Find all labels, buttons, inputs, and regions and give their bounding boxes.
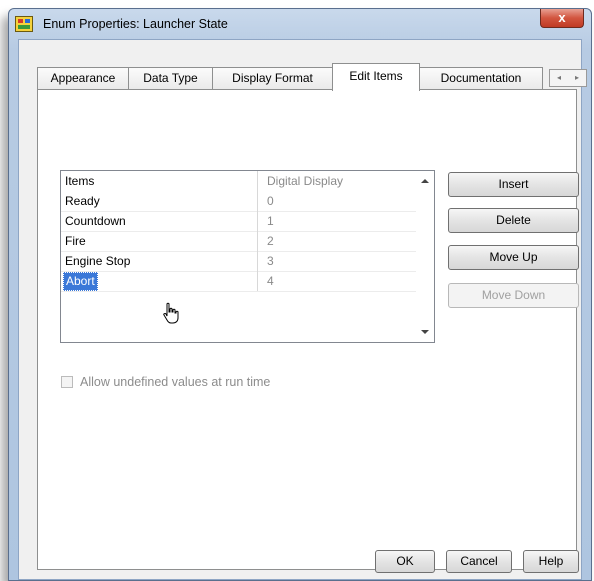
- table-row[interactable]: Fire 2: [61, 231, 416, 252]
- insert-button[interactable]: Insert: [448, 172, 579, 197]
- digital-display-cell: 2: [267, 234, 274, 248]
- tab-edit-items[interactable]: Edit Items: [332, 63, 420, 91]
- help-button[interactable]: Help: [523, 550, 579, 573]
- tab-scroll-buttons: ◂ ▸: [549, 69, 587, 87]
- labview-vi-icon: [15, 16, 33, 32]
- window-title: Enum Properties: Launcher State: [43, 17, 228, 31]
- dialog-window: Enum Properties: Launcher State x Appear…: [8, 8, 592, 581]
- scroll-left-icon[interactable]: ◂: [550, 70, 568, 86]
- tab-data-type[interactable]: Data Type: [128, 67, 213, 90]
- item-name-cell[interactable]: Countdown: [61, 211, 258, 231]
- table-row[interactable]: Countdown 1: [61, 211, 416, 232]
- digital-display-column-header[interactable]: Digital Display: [259, 171, 416, 191]
- item-name-cell[interactable]: Abort: [61, 271, 258, 291]
- items-column-header[interactable]: Items: [61, 171, 258, 191]
- title-bar[interactable]: Enum Properties: Launcher State x: [9, 9, 591, 39]
- cancel-button[interactable]: Cancel: [446, 550, 512, 573]
- selected-item-editor[interactable]: Abort: [63, 272, 98, 291]
- dialog-client-area: Appearance Data Type Display Format Edit…: [18, 39, 587, 580]
- scroll-up-icon[interactable]: [421, 179, 429, 183]
- close-icon: x: [558, 10, 566, 25]
- digital-display-cell: 1: [267, 214, 274, 228]
- tab-documentation[interactable]: Documentation: [419, 67, 543, 90]
- close-button[interactable]: x: [540, 9, 584, 28]
- digital-display-cell: 4: [267, 274, 274, 288]
- delete-button[interactable]: Delete: [448, 208, 579, 233]
- scroll-down-icon[interactable]: [421, 330, 429, 334]
- allow-undefined-checkbox[interactable]: [61, 376, 73, 388]
- items-table[interactable]: Items Digital Display Ready 0 Countdown …: [60, 170, 435, 343]
- ok-button[interactable]: OK: [375, 550, 435, 573]
- table-row[interactable]: Ready 0: [61, 191, 416, 212]
- hand-pointer-cursor-icon: [163, 302, 179, 324]
- digital-display-cell: 3: [267, 254, 274, 268]
- tab-display-format[interactable]: Display Format: [212, 67, 333, 90]
- table-row-selected[interactable]: Abort 4: [61, 271, 416, 292]
- item-name-cell[interactable]: Fire: [61, 231, 258, 251]
- item-name-cell[interactable]: Engine Stop: [61, 251, 258, 271]
- allow-undefined-label: Allow undefined values at run time: [80, 375, 271, 389]
- table-row[interactable]: Engine Stop 3: [61, 251, 416, 272]
- table-vertical-scrollbar[interactable]: [416, 171, 434, 342]
- move-down-button[interactable]: Move Down: [448, 283, 579, 308]
- tab-appearance[interactable]: Appearance: [37, 67, 129, 90]
- item-name-cell[interactable]: Ready: [61, 191, 258, 211]
- digital-display-cell: 0: [267, 194, 274, 208]
- move-up-button[interactable]: Move Up: [448, 245, 579, 270]
- tab-strip: Appearance Data Type Display Format Edit…: [37, 63, 587, 91]
- edit-items-panel: Items Digital Display Ready 0 Countdown …: [37, 89, 579, 570]
- scroll-right-icon[interactable]: ▸: [568, 70, 586, 86]
